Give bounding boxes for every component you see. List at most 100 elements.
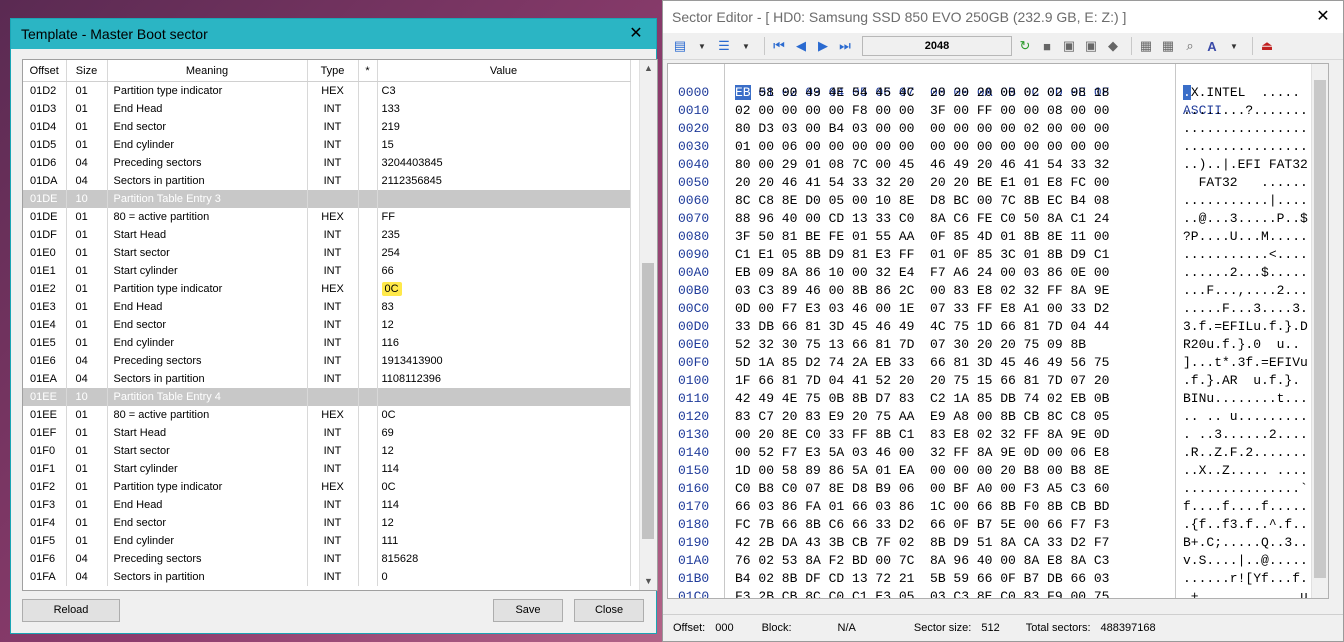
cell-size[interactable]: 01 (66, 496, 108, 514)
cell-meaning[interactable]: Partition Table Entry 4 (107, 388, 308, 406)
hex-row-ascii[interactable]: .R..Z.F.2....... (1183, 444, 1308, 462)
hex-row-ascii[interactable]: ...F...,....2... (1183, 282, 1308, 300)
cell-value[interactable]: 0C (377, 280, 631, 298)
cell-star[interactable] (358, 460, 378, 478)
table-row[interactable]: 01E0 01 Start sector INT 254 (23, 244, 631, 262)
cell-meaning[interactable]: Start cylinder (107, 460, 308, 478)
cell-offset[interactable]: 01EE (23, 406, 67, 424)
cell-meaning[interactable]: End cylinder (107, 532, 308, 550)
column-header-offset[interactable]: Offset (23, 60, 67, 82)
hex-row-bytes[interactable]: 76 02 53 8A F2 BD 00 7C 8A 96 40 00 8A E… (735, 552, 1109, 570)
cell-offset[interactable]: 01E1 (23, 262, 67, 280)
char-table-icon[interactable]: ▦ (1159, 37, 1177, 55)
cell-meaning[interactable]: End Head (107, 100, 308, 118)
table-row[interactable]: 01D4 01 End sector INT 219 (23, 118, 631, 136)
cell-type[interactable]: INT (307, 154, 359, 172)
hex-row-ascii[interactable]: ................ (1183, 120, 1308, 138)
cell-meaning[interactable]: Start Head (107, 226, 308, 244)
cell-star[interactable] (358, 316, 378, 334)
cell-size[interactable]: 01 (66, 244, 108, 262)
cell-value[interactable]: 12 (377, 316, 631, 334)
cell-type[interactable]: INT (307, 460, 359, 478)
cell-size[interactable]: 01 (66, 262, 108, 280)
hex-row-ascii[interactable]: BINu........t... (1183, 390, 1308, 408)
scroll-thumb[interactable] (642, 263, 654, 539)
cell-size[interactable]: 04 (66, 172, 108, 190)
cell-meaning[interactable]: Start cylinder (107, 262, 308, 280)
cell-type[interactable]: INT (307, 226, 359, 244)
save-sector-icon[interactable]: ■ (1038, 37, 1056, 55)
cell-star[interactable] (358, 226, 378, 244)
cell-size[interactable]: 01 (66, 334, 108, 352)
cell-value[interactable]: 3204403845 (377, 154, 631, 172)
cell-star[interactable] (358, 81, 378, 100)
cell-value[interactable]: FF (377, 208, 631, 226)
dropdown-arrow-icon[interactable]: ▼ (1225, 37, 1243, 55)
hex-row-ascii[interactable]: ......2...$..... (1183, 264, 1308, 282)
cell-offset[interactable]: 01FA (23, 568, 67, 586)
close-icon[interactable]: ✕ (616, 19, 656, 49)
cell-type[interactable] (307, 190, 359, 208)
cell-offset[interactable]: 01EE (23, 388, 67, 406)
cell-type[interactable]: HEX (307, 280, 359, 298)
cell-offset[interactable]: 01DE (23, 208, 67, 226)
cell-value[interactable]: 235 (377, 226, 631, 244)
cell-type[interactable] (307, 388, 359, 406)
hex-row-ascii[interactable]: FAT32 ...... (1183, 174, 1308, 192)
cell-star[interactable] (358, 172, 378, 190)
cell-value[interactable]: 15 (377, 136, 631, 154)
cell-offset[interactable]: 01EA (23, 370, 67, 388)
cell-value[interactable]: 116 (377, 334, 631, 352)
cell-value[interactable]: 254 (377, 244, 631, 262)
cell-meaning[interactable]: Preceding sectors (107, 154, 308, 172)
cell-meaning[interactable]: Start sector (107, 244, 308, 262)
hex-row-ascii[interactable]: 3.f.=EFILu.f.}.D (1183, 318, 1308, 336)
hex-row-bytes[interactable]: 00 20 8E C0 33 FF 8B C1 83 E8 02 32 FF 8… (735, 426, 1109, 444)
cell-star[interactable] (358, 496, 378, 514)
cell-type[interactable]: HEX (307, 406, 359, 424)
cell-star[interactable] (358, 244, 378, 262)
template-titlebar[interactable]: Template - Master Boot sector ✕ (11, 19, 656, 49)
cell-meaning[interactable]: End sector (107, 316, 308, 334)
cell-star[interactable] (358, 532, 378, 550)
cell-offset[interactable]: 01DE (23, 190, 67, 208)
cell-meaning[interactable]: End cylinder (107, 136, 308, 154)
close-icon[interactable]: ✕ (1303, 2, 1343, 32)
cell-type[interactable]: INT (307, 550, 359, 568)
cell-meaning[interactable]: Preceding sectors (107, 550, 308, 568)
hex-row-ascii[interactable]: ..)..|.EFI FAT32 (1183, 156, 1308, 174)
cell-value[interactable]: 0 (377, 568, 631, 586)
hex-row-ascii[interactable]: R20u.f.}.0 u.. (1183, 336, 1300, 354)
cell-offset[interactable]: 01E0 (23, 244, 67, 262)
cell-value[interactable]: 1913413900 (377, 352, 631, 370)
write-icon[interactable]: ▣ (1082, 37, 1100, 55)
cell-offset[interactable]: 01E4 (23, 316, 67, 334)
hex-row-bytes[interactable]: 52 32 30 75 13 66 81 7D 07 30 20 20 75 0… (735, 336, 1086, 354)
cell-meaning[interactable]: 80 = active partition (107, 406, 308, 424)
hex-row-ascii[interactable]: .....F...3....3. (1183, 300, 1308, 318)
table-row[interactable]: 01E4 01 End sector INT 12 (23, 316, 631, 334)
table-row[interactable]: 01F6 04 Preceding sectors INT 815628 (23, 550, 631, 568)
table-row[interactable]: 01DF 01 Start Head INT 235 (23, 226, 631, 244)
cell-meaning[interactable]: Sectors in partition (107, 172, 308, 190)
hex-row-bytes[interactable]: 01 00 06 00 00 00 00 00 00 00 00 00 00 0… (735, 138, 1109, 156)
dropdown-arrow-icon[interactable]: ▼ (737, 37, 755, 55)
table-row[interactable]: 01EE 01 80 = active partition HEX 0C (23, 406, 631, 424)
cell-value[interactable]: 133 (377, 100, 631, 118)
cell-star[interactable] (358, 388, 378, 406)
hex-row-bytes[interactable]: 5D 1A 85 D2 74 2A EB 33 66 81 3D 45 46 4… (735, 354, 1109, 372)
table-row[interactable]: 01F4 01 End sector INT 12 (23, 514, 631, 532)
cell-type[interactable]: INT (307, 334, 359, 352)
cell-type[interactable]: INT (307, 298, 359, 316)
table-row[interactable]: 01D2 01 Partition type indicator HEX C3 (23, 81, 631, 100)
cell-value[interactable]: 2112356845 (377, 172, 631, 190)
scroll-down-icon[interactable]: ▼ (640, 573, 657, 590)
hex-row-bytes[interactable]: 88 96 40 00 CD 13 33 C0 8A C6 FE C0 50 8… (735, 210, 1109, 228)
cell-size[interactable]: 01 (66, 406, 108, 424)
scroll-up-icon[interactable]: ▲ (640, 60, 657, 77)
hex-row-bytes[interactable]: 42 49 4E 75 0B 8B D7 83 C2 1A 85 DB 74 0… (735, 390, 1109, 408)
read-icon[interactable]: ▣ (1060, 37, 1078, 55)
cell-offset[interactable]: 01D6 (23, 154, 67, 172)
table-row[interactable]: 01D3 01 End Head INT 133 (23, 100, 631, 118)
cell-value[interactable]: 219 (377, 118, 631, 136)
